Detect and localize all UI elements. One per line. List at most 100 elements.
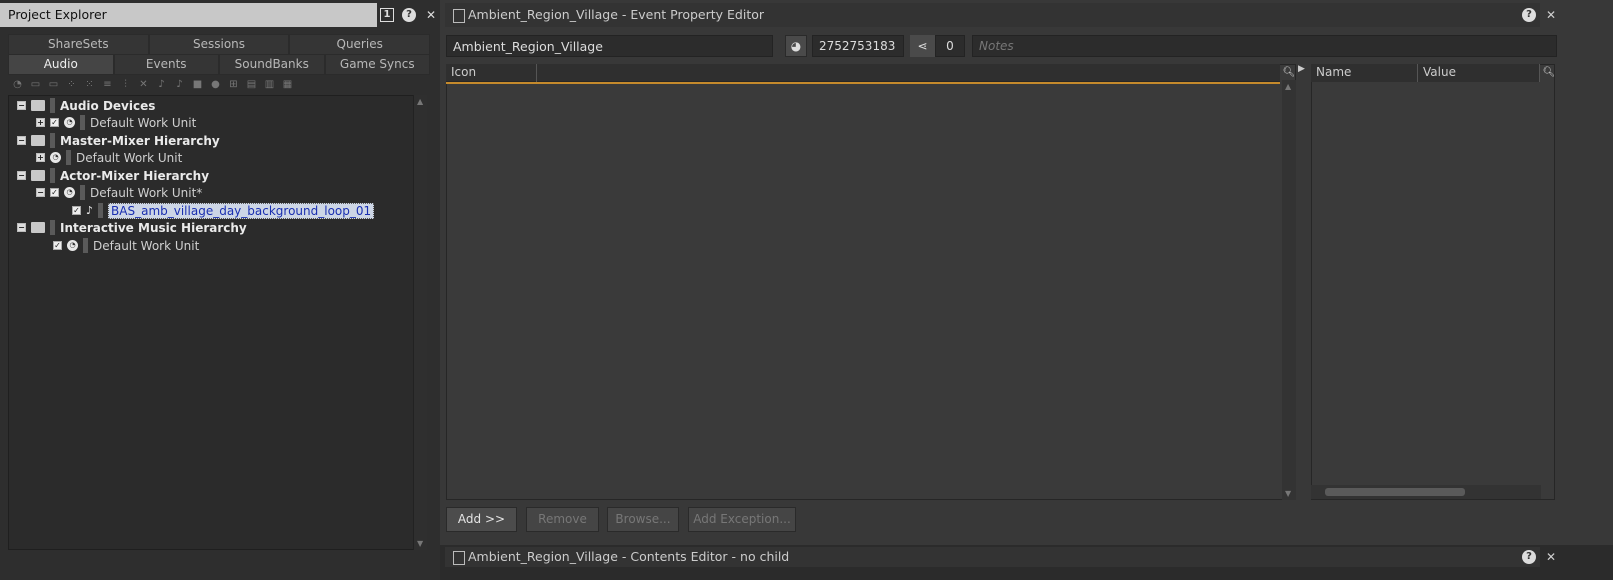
music-playlist-icon[interactable]: ▤ xyxy=(244,78,259,92)
collapse-icon[interactable]: − xyxy=(36,188,45,197)
work-unit-icon: ◔ xyxy=(67,240,78,251)
random-container-icon[interactable]: ⁙ xyxy=(82,78,97,92)
column-icon[interactable]: Icon xyxy=(446,64,537,82)
event-id-field[interactable]: 2752753183 xyxy=(812,35,904,57)
checkbox-icon[interactable]: ✓ xyxy=(50,118,59,127)
pin-1-icon[interactable]: 1 xyxy=(380,8,394,22)
tree-row[interactable]: − ✓ ◔ Default Work Unit* xyxy=(36,184,202,201)
project-explorer-title: Project Explorer xyxy=(0,3,377,27)
collapse-icon[interactable]: − xyxy=(17,223,26,232)
tab-game-syncs[interactable]: Game Syncs xyxy=(324,54,430,75)
help-icon[interactable]: ? xyxy=(402,8,416,22)
checkbox-icon[interactable]: ✓ xyxy=(72,206,81,215)
add-exception-button[interactable]: Add Exception... xyxy=(688,507,796,532)
checkbox-icon[interactable]: ✓ xyxy=(50,188,59,197)
work-unit-icon: ◔ xyxy=(64,117,75,128)
tab-queries[interactable]: Queries xyxy=(289,34,431,55)
collapse-arrow-icon[interactable]: ▶ xyxy=(1298,64,1308,76)
scroll-up-icon[interactable]: ▲ xyxy=(417,97,423,106)
close-icon[interactable]: ✕ xyxy=(424,8,438,22)
scroll-thumb[interactable] xyxy=(1325,488,1465,496)
tab-events[interactable]: Events xyxy=(113,54,219,75)
tree-scrollbar[interactable]: ▲ ▼ xyxy=(413,95,427,550)
search-icon[interactable]: 🔍︎ xyxy=(1542,64,1556,80)
column-value[interactable]: Value xyxy=(1418,64,1540,82)
tree-row[interactable]: ✓ ◔ Default Work Unit xyxy=(53,237,199,254)
tab-sessions[interactable]: Sessions xyxy=(148,34,290,55)
folder-add-icon[interactable]: ▭ xyxy=(46,78,61,92)
collapse-icon[interactable]: − xyxy=(17,136,26,145)
tree-row[interactable]: − Actor-Mixer Hierarchy xyxy=(17,167,209,184)
help-icon[interactable]: ? xyxy=(1522,8,1536,22)
music-segment-icon[interactable]: ⊞ xyxy=(226,78,241,92)
sound-voice-icon[interactable]: ♪ xyxy=(172,78,187,92)
color-bar xyxy=(98,203,104,218)
music-track-icon[interactable]: ▦ xyxy=(280,78,295,92)
expand-icon[interactable]: + xyxy=(36,153,45,162)
work-unit-icon: ◔ xyxy=(50,152,61,163)
help-icon[interactable]: ? xyxy=(1522,550,1536,564)
palette-icon[interactable]: ◕ xyxy=(785,35,807,57)
tree-row[interactable]: + ✓ ◔ Default Work Unit xyxy=(36,114,196,131)
contents-editor-title-bar: Ambient_Region_Village - Contents Editor… xyxy=(445,547,1540,567)
actions-scrollbar[interactable]: ▲ ▼ xyxy=(1282,80,1296,500)
scroll-up-icon[interactable]: ▲ xyxy=(1285,82,1291,91)
share-icon[interactable]: ⋖ xyxy=(910,35,935,57)
sequence-container-icon[interactable]: ≡ xyxy=(100,78,115,92)
color-bar xyxy=(80,185,85,200)
tab-audio[interactable]: Audio xyxy=(8,54,114,75)
bus-icon[interactable]: ■ xyxy=(190,78,205,92)
tree-row[interactable]: − Interactive Music Hierarchy xyxy=(17,219,247,236)
tab-soundbanks[interactable]: SoundBanks xyxy=(219,54,325,75)
color-bar xyxy=(66,150,71,165)
remove-button[interactable]: Remove xyxy=(526,507,599,532)
tree-label: Default Work Unit* xyxy=(90,185,203,200)
folder-icon[interactable]: ▭ xyxy=(28,78,43,92)
tab-sharesets[interactable]: ShareSets xyxy=(8,34,149,55)
collapse-icon[interactable]: − xyxy=(17,171,26,180)
tree-row[interactable]: − Master-Mixer Hierarchy xyxy=(17,132,220,149)
scroll-down-icon[interactable]: ▼ xyxy=(1285,489,1291,498)
properties-list[interactable] xyxy=(1311,64,1555,500)
checkbox-icon[interactable]: ✓ xyxy=(53,241,62,250)
close-icon[interactable]: ✕ xyxy=(1544,8,1558,22)
contents-editor-controls: ? ✕ xyxy=(1522,547,1602,567)
editor-title-bar: Ambient_Region_Village - Event Property … xyxy=(445,3,1540,27)
share-count: 0 xyxy=(935,35,965,57)
color-bar xyxy=(50,98,55,113)
work-unit-icon[interactable]: ◔ xyxy=(10,78,25,92)
explorer-toolbar: ◔ ▭ ▭ ⁘ ⁙ ≡ ⫶ ✕ ♪ ♪ ■ ● ⊞ ▤ ▥ ▦ xyxy=(10,78,430,94)
color-bar xyxy=(80,115,85,130)
blend-container-icon[interactable]: ⫶ xyxy=(118,78,133,92)
collapse-icon[interactable]: − xyxy=(17,101,26,110)
tree-row[interactable]: + ◔ Default Work Unit xyxy=(36,149,182,166)
scroll-down-icon[interactable]: ▼ xyxy=(417,539,423,548)
tabs-row-2: Audio Events SoundBanks Game Syncs xyxy=(8,54,430,75)
actor-mixer-icon[interactable]: ⁘ xyxy=(64,78,79,92)
tree-label: Audio Devices xyxy=(60,98,156,113)
aux-bus-icon[interactable]: ● xyxy=(208,78,223,92)
tree-label: Actor-Mixer Hierarchy xyxy=(60,168,210,183)
folder-icon xyxy=(31,135,45,146)
music-switch-icon[interactable]: ▥ xyxy=(262,78,277,92)
notes-field[interactable]: Notes xyxy=(972,35,1557,57)
tree-label: Default Work Unit xyxy=(90,115,197,130)
tree-label-selected: BAS_amb_village_day_background_loop_01 xyxy=(108,202,375,219)
column-name[interactable]: Name xyxy=(1311,64,1418,82)
tree-label: Master-Mixer Hierarchy xyxy=(60,133,220,148)
actions-header: Icon xyxy=(446,64,1280,82)
tree-row[interactable]: ✓ ♪ BAS_amb_village_day_background_loop_… xyxy=(72,202,375,219)
folder-icon xyxy=(31,170,45,181)
tree-row[interactable]: − Audio Devices xyxy=(17,97,155,114)
event-name-field[interactable]: Ambient_Region_Village xyxy=(446,35,773,57)
close-icon[interactable]: ✕ xyxy=(1544,550,1558,564)
browse-button[interactable]: Browse... xyxy=(607,507,679,532)
color-bar xyxy=(50,220,55,235)
expand-icon[interactable]: + xyxy=(36,118,45,127)
search-icon[interactable]: 🔍︎ xyxy=(1282,64,1296,80)
actions-list[interactable] xyxy=(446,64,1296,500)
switch-container-icon[interactable]: ✕ xyxy=(136,78,151,92)
editor-title: Ambient_Region_Village - Event Property … xyxy=(468,7,765,22)
add-button[interactable]: Add >> xyxy=(446,507,517,532)
sound-sfx-icon[interactable]: ♪ xyxy=(154,78,169,92)
